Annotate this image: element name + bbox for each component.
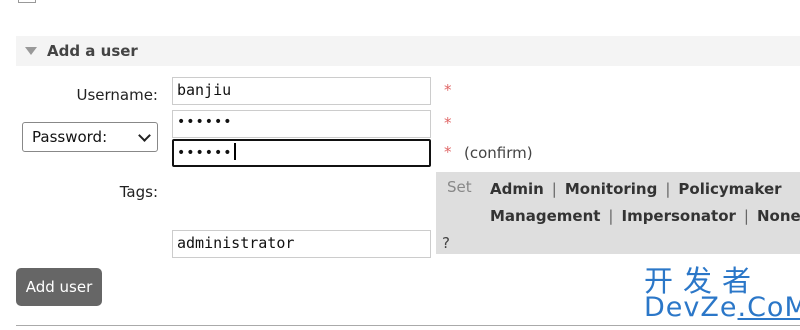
confirm-required-mark: *: [444, 143, 452, 161]
tag-policymaker[interactable]: Policymaker: [678, 180, 781, 198]
password-required-mark: *: [444, 114, 452, 132]
tags-help-icon[interactable]: ?: [442, 234, 450, 252]
username-input[interactable]: banjiu: [172, 77, 431, 105]
password-type-select-value: Password:: [32, 128, 108, 146]
tag-separator: |: [665, 180, 671, 198]
tag-monitoring[interactable]: Monitoring: [565, 180, 657, 198]
watermark-en-part1: DevZe: [644, 292, 738, 323]
tag-management[interactable]: Management: [490, 207, 600, 225]
tags-label: Tags:: [119, 183, 158, 201]
password-confirm-value: ••••••: [177, 145, 233, 161]
tags-input[interactable]: administrator: [172, 230, 431, 258]
username-label: Username:: [76, 86, 158, 104]
add-user-button[interactable]: Add user: [16, 268, 102, 306]
password-confirm-input[interactable]: ••••••: [172, 139, 431, 167]
watermark-en-part2: .CoM: [737, 292, 800, 323]
chevron-down-icon: [138, 129, 151, 142]
tag-separator: |: [551, 180, 557, 198]
tag-separator: |: [608, 207, 614, 225]
site-watermark-logo: 开发者 DevZe.CoM: [640, 258, 800, 330]
tags-preset-panel: Set Admin | Monitoring | Policymaker Managem…: [436, 172, 800, 254]
text-caret: [233, 143, 236, 160]
confirm-label: (confirm): [464, 144, 533, 162]
tag-impersonator[interactable]: Impersonator: [621, 207, 735, 225]
collapsed-section-marker: [18, 0, 36, 3]
tag-admin[interactable]: Admin: [490, 180, 544, 198]
add-user-section-header[interactable]: Add a user: [16, 36, 800, 66]
watermark-en-text: DevZe.CoM: [644, 292, 800, 323]
collapse-triangle-icon: [25, 47, 37, 55]
tag-separator: |: [743, 207, 749, 225]
section-title: Add a user: [47, 42, 138, 60]
tags-row-1: Admin | Monitoring | Policymaker: [490, 180, 782, 198]
password-type-select[interactable]: Password:: [22, 122, 158, 152]
tags-set-label: Set: [447, 178, 472, 196]
tags-row-2: Management | Impersonator | None: [490, 207, 800, 225]
password-input[interactable]: ••••••: [172, 110, 431, 138]
username-required-mark: *: [444, 81, 452, 99]
tag-none[interactable]: None: [757, 207, 800, 225]
